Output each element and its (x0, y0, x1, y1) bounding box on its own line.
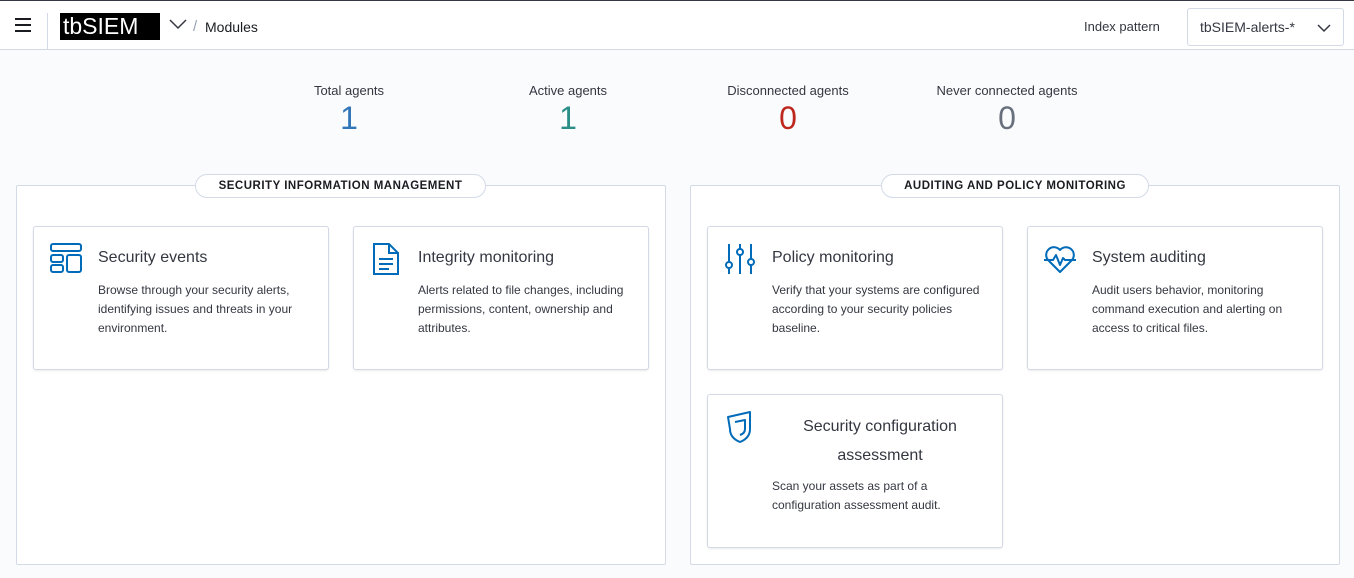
index-pattern-label: Index pattern (1084, 19, 1160, 34)
system-auditing-card[interactable]: System auditing Audit users behavior, mo… (1027, 226, 1323, 370)
chevron-down-icon[interactable] (168, 16, 188, 32)
security-configuration-assessment-card[interactable]: Security configuration assessment Scan y… (707, 394, 1003, 548)
card-description: Audit users behavior, monitoring command… (1092, 281, 1302, 338)
card-description: Scan your assets as part of a configurat… (772, 477, 982, 515)
stat-total-agents: Total agents 1 (249, 83, 449, 136)
stat-never-connected-agents: Never connected agents 0 (907, 83, 1107, 136)
chevron-down-icon (1317, 23, 1331, 33)
top-bar: tbSIEM / Modules Index pattern tbSIEM-al… (0, 0, 1354, 50)
card-title: Integrity monitoring (418, 249, 554, 267)
menu-icon[interactable] (13, 16, 33, 34)
index-pattern-select[interactable]: tbSIEM-alerts-* (1187, 8, 1344, 46)
stat-value[interactable]: 1 (249, 100, 449, 136)
dashboard-layout-icon (49, 241, 83, 277)
card-title: Security configuration assessment (772, 412, 988, 470)
app-logo[interactable]: tbSIEM (60, 13, 160, 40)
document-icon (369, 241, 403, 277)
integrity-monitoring-card[interactable]: Integrity monitoring Alerts related to f… (353, 226, 649, 370)
section-title: AUDITING AND POLICY MONITORING (881, 174, 1149, 198)
stat-label: Disconnected agents (688, 83, 888, 98)
breadcrumb-separator: / (193, 18, 197, 35)
stat-active-agents: Active agents 1 (468, 83, 668, 136)
sliders-icon (723, 241, 757, 277)
card-description: Alerts related to file changes, includin… (418, 281, 628, 338)
card-title: Security events (98, 249, 207, 267)
section-title: SECURITY INFORMATION MANAGEMENT (195, 174, 486, 198)
stat-value[interactable]: 0 (688, 100, 888, 136)
stat-disconnected-agents: Disconnected agents 0 (688, 83, 888, 136)
stat-label: Active agents (468, 83, 668, 98)
card-title: Policy monitoring (772, 249, 894, 267)
stat-value[interactable]: 1 (468, 100, 668, 136)
stat-label: Never connected agents (907, 83, 1107, 98)
header-divider (47, 13, 48, 49)
heartbeat-icon (1043, 241, 1077, 277)
index-pattern-value: tbSIEM-alerts-* (1200, 19, 1295, 35)
stat-value[interactable]: 0 (907, 100, 1107, 136)
card-description: Browse through your security alerts, ide… (98, 281, 308, 338)
breadcrumb: Modules (205, 19, 258, 35)
card-description: Verify that your systems are configured … (772, 281, 982, 338)
card-title: System auditing (1092, 249, 1206, 267)
security-events-card[interactable]: Security events Browse through your secu… (33, 226, 329, 370)
policy-monitoring-card[interactable]: Policy monitoring Verify that your syste… (707, 226, 1003, 370)
stat-label: Total agents (249, 83, 449, 98)
shield-icon (723, 409, 757, 445)
